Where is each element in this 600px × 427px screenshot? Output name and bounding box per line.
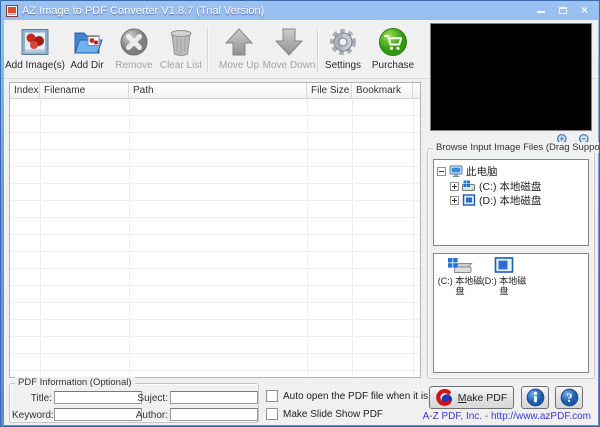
drive-list-item-c[interactable]: (C:) 本地磁盘 <box>436 257 484 296</box>
toolbar-button-label: Add Image(s) <box>4 60 66 71</box>
app-window: AZ Image to PDF Converter V1.8.7 (Trial … <box>0 0 600 427</box>
close-icon: × <box>580 3 588 17</box>
slideshow-label: Make Slide Show PDF <box>283 408 384 420</box>
help-button[interactable]: ? <box>555 386 583 409</box>
app-icon <box>6 4 18 17</box>
toolbar-button-label: Remove <box>115 60 153 71</box>
move-down-button[interactable]: Move Down <box>261 26 317 76</box>
purchase-icon <box>379 28 407 56</box>
add-images-button[interactable]: Add Image(s) <box>4 26 66 76</box>
grid-line <box>129 99 130 377</box>
make-pdf-icon <box>435 389 452 406</box>
pdf-information-label: PDF Information (Optional) <box>15 377 135 388</box>
clear-list-button[interactable]: Clear List <box>153 26 209 76</box>
drive-item-label: (D:) 本地磁盘 <box>481 276 527 296</box>
purchase-button[interactable]: Purchase <box>365 26 421 76</box>
minimize-button[interactable] <box>534 4 547 16</box>
grid-line <box>352 99 353 377</box>
vendor-credit: A-Z PDF, Inc. - http://www.azPDF.com <box>422 411 591 422</box>
file-list-body[interactable] <box>10 99 420 377</box>
toolbar-button-label: Purchase <box>371 60 415 71</box>
slideshow-option[interactable]: Make Slide Show PDF <box>266 408 383 420</box>
folder-tree[interactable]: 此电脑 (C:) 本地磁盘 (D:) 本地磁盘 <box>433 159 589 246</box>
auto-open-checkbox[interactable] <box>266 390 278 402</box>
help-icon: ? <box>560 388 578 407</box>
grid-line <box>307 99 308 377</box>
add-dir-icon <box>74 32 103 54</box>
drive-d-icon <box>462 194 476 206</box>
move-up-button[interactable]: Move Up <box>211 26 267 76</box>
pdf-information-panel: PDF Information (Optional) Title: Suject… <box>9 377 259 423</box>
drive-list[interactable]: (C:) 本地磁盘 (D:) 本地磁盘 <box>433 253 589 373</box>
make-pdf-button[interactable]: Make PDF <box>429 386 514 409</box>
settings-button[interactable]: Settings <box>315 26 371 76</box>
client-area: Add Image(s) Add Dir Remove Clear List M… <box>4 20 599 425</box>
title-field-label: Title: <box>30 393 52 404</box>
toolbar-separator <box>207 28 209 72</box>
tree-item-label: (D:) 本地磁盘 <box>479 194 542 207</box>
drive-item-label: (C:) 本地磁盘 <box>437 276 483 296</box>
column-header-filesize[interactable]: File Size <box>307 83 352 98</box>
keyword-field-label: Keyword: <box>12 410 54 421</box>
clear-list-icon <box>170 30 192 56</box>
column-header-filename[interactable]: Filename <box>40 83 129 98</box>
column-header-path[interactable]: Path <box>129 83 307 98</box>
column-header-bookmark[interactable]: Bookmark <box>352 83 413 98</box>
computer-icon <box>449 165 463 177</box>
image-preview-panel <box>430 23 592 131</box>
maximize-button[interactable] <box>556 4 569 16</box>
toolbar-button-label: Add Dir <box>70 60 104 71</box>
file-list-table: Index Filename Path File Size Bookmark <box>9 82 421 378</box>
subject-field[interactable] <box>170 391 258 404</box>
slideshow-checkbox[interactable] <box>266 408 278 420</box>
drive-c-icon <box>462 180 475 191</box>
grid-line <box>413 99 414 377</box>
column-header-index[interactable]: Index <box>10 83 40 98</box>
window-title: AZ Image to PDF Converter V1.8.7 (Trial … <box>22 4 265 17</box>
tree-item-drive-c[interactable]: (C:) 本地磁盘 <box>450 179 541 193</box>
tree-item-this-pc[interactable]: 此电脑 <box>437 164 498 178</box>
settings-icon <box>330 29 356 55</box>
grid-line <box>40 99 41 377</box>
svg-text:?: ? <box>566 391 572 405</box>
move-down-icon <box>274 28 304 56</box>
move-up-icon <box>224 28 254 56</box>
remove-icon <box>120 28 148 56</box>
maximize-icon <box>558 6 567 14</box>
tree-item-drive-d[interactable]: (D:) 本地磁盘 <box>450 193 541 207</box>
add-image-icon <box>21 29 49 55</box>
subject-field-label: Suject: <box>137 393 168 404</box>
drive-d-icon <box>494 257 514 273</box>
drive-list-item-d[interactable]: (D:) 本地磁盘 <box>480 257 528 296</box>
author-field-label: Author: <box>135 410 168 421</box>
toolbar-button-label: Move Up <box>218 60 259 71</box>
toolbar-button-label: Clear List <box>159 60 203 71</box>
collapse-icon[interactable] <box>437 166 446 176</box>
browse-panel-label: Browse Input Image Files (Drag Supported… <box>433 142 599 153</box>
info-icon <box>526 388 544 407</box>
browse-panel: Browse Input Image Files (Drag Supported… <box>427 142 599 379</box>
expand-icon[interactable] <box>450 181 459 191</box>
toolbar-button-label: Move Down <box>262 60 316 71</box>
info-button[interactable] <box>521 386 549 409</box>
column-header-filler <box>413 83 420 98</box>
drive-c-icon <box>448 258 473 273</box>
expand-icon[interactable] <box>450 195 459 205</box>
title-bar[interactable]: AZ Image to PDF Converter V1.8.7 (Trial … <box>1 1 599 20</box>
file-list-header: Index Filename Path File Size Bookmark <box>10 83 420 99</box>
author-field[interactable] <box>170 408 258 421</box>
tree-item-label: 此电脑 <box>466 165 498 178</box>
toolbar-button-label: Settings <box>324 60 362 71</box>
tree-item-label: (C:) 本地磁盘 <box>479 180 542 193</box>
make-pdf-label: Make PDF <box>457 391 508 404</box>
minimize-icon <box>536 10 545 13</box>
close-button[interactable]: × <box>578 4 591 16</box>
